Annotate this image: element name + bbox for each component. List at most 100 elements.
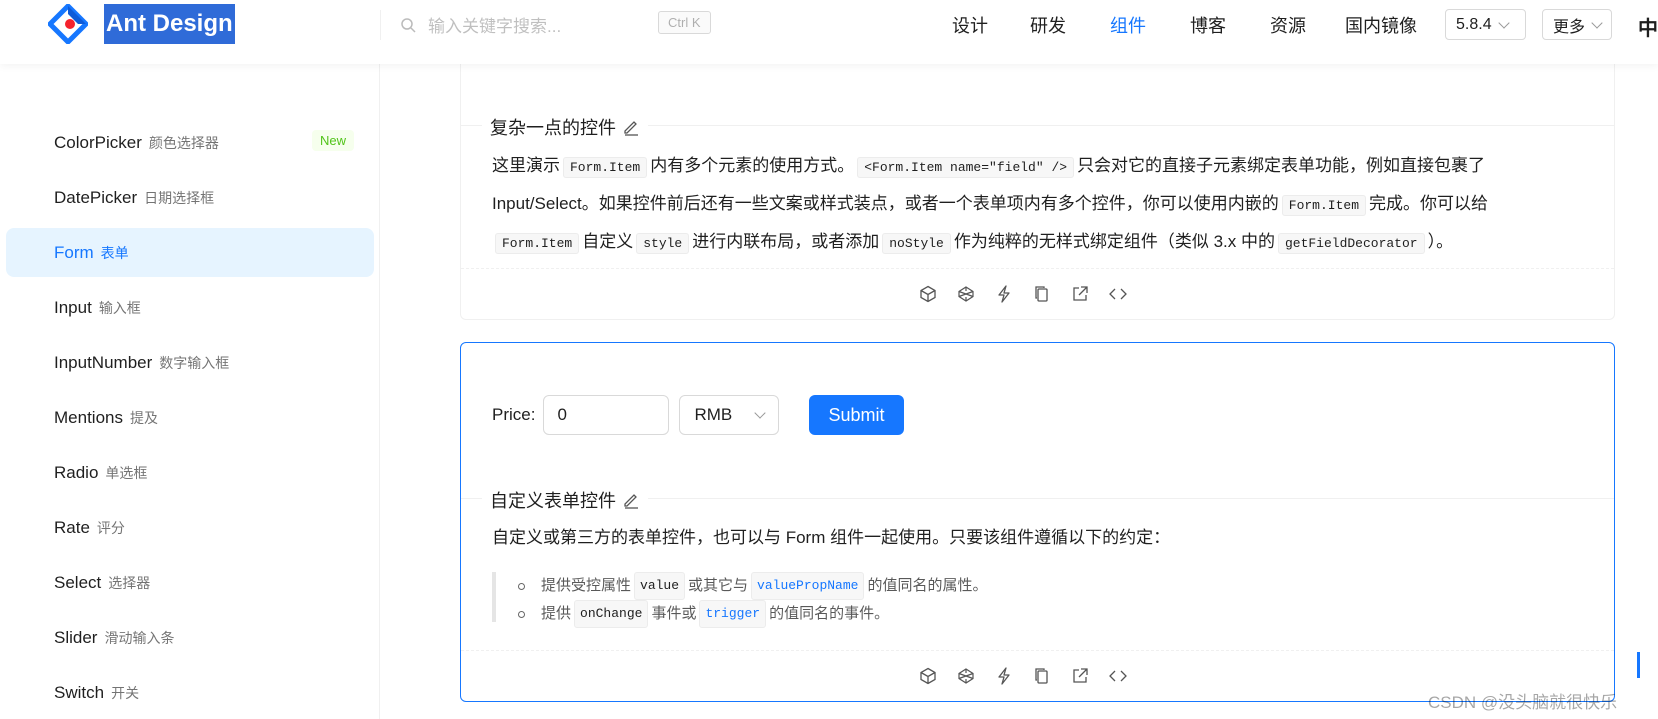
more-menu[interactable]: 更多 [1542, 9, 1612, 40]
top-header: Ant Design 输入关键字搜索... Ctrl K 设计 研发 组件 博客… [0, 0, 1658, 64]
more-label: 更多 [1553, 18, 1586, 36]
text: 的值同名的属性。 [867, 577, 988, 594]
code-trigger-link[interactable]: trigger [699, 600, 767, 628]
sidebar-item-form[interactable]: Form 表单 [6, 228, 374, 277]
edit-icon[interactable] [622, 118, 640, 136]
demo-title-text: 自定义表单控件 [490, 491, 616, 511]
price-label-text: Price [492, 405, 531, 424]
edit-icon[interactable] [622, 491, 640, 509]
sidebar-item-sublabel: 选择器 [108, 574, 151, 591]
sidebar-item-select[interactable]: Select 选择器 [6, 558, 374, 607]
nav-design[interactable]: 设计 [952, 0, 988, 50]
sidebar-item-rate[interactable]: Rate 评分 [6, 503, 374, 552]
search-input[interactable]: 输入关键字搜索... [428, 12, 668, 37]
text: 进行内联布局，或者添加 [692, 232, 880, 251]
open-external-icon[interactable] [1070, 666, 1090, 686]
price-label: Price: [492, 405, 536, 424]
actions-divider [461, 268, 1614, 269]
demo-title: 自定义表单控件 [482, 487, 648, 513]
text: 提供 [541, 605, 572, 622]
code-getfielddecorator: getFieldDecorator [1277, 233, 1425, 254]
submit-button[interactable]: Submit [809, 395, 904, 435]
sidebar-item-label: Mentions [54, 407, 123, 427]
nav-components[interactable]: 组件 [1110, 0, 1146, 50]
code-form-item: Form.Item [1281, 195, 1366, 216]
demo-actions [918, 666, 1128, 686]
sidebar-item-switch[interactable]: Switch 开关 [6, 668, 374, 717]
search-box[interactable]: 输入关键字搜索... [400, 12, 668, 37]
text: 或其它与 [688, 577, 749, 594]
text: 提供受控属性 [541, 577, 632, 594]
text: 完成。你可以给 [1369, 194, 1488, 213]
sidebar-item-sublabel: 滑动输入条 [104, 629, 175, 646]
code-valuepropname-link[interactable]: valuePropName [751, 572, 865, 600]
nav-develop[interactable]: 研发 [1030, 0, 1066, 50]
sidebar-item-sublabel: 颜色选择器 [148, 134, 219, 151]
sidebar-item-input[interactable]: Input 输入框 [6, 283, 374, 332]
brand-name: Ant Design [104, 4, 235, 44]
nav-resources[interactable]: 资源 [1270, 0, 1306, 50]
chevron-down-icon [754, 407, 767, 419]
text: 事件或 [651, 605, 697, 622]
codepen-icon[interactable] [956, 666, 976, 686]
chevron-down-icon [1591, 16, 1603, 29]
code-value: value [634, 572, 686, 600]
sidebar-item-sublabel: 表单 [100, 244, 129, 261]
text: 作为纯粹的无样式绑定组件（类似 3.x 中的 [953, 232, 1275, 251]
desc-line-2: Input/Select。如果控件前后还有一些文案或样式装点，或者一个表单项内有… [492, 186, 1607, 224]
sidebar-item-inputnumber[interactable]: InputNumber 数字输入框 [6, 338, 374, 387]
sidebar-item-sublabel: 评分 [96, 519, 125, 536]
sidebar-item-label: Input [54, 297, 92, 317]
anchor-scroll-indicator[interactable] [1637, 652, 1640, 678]
language-toggle[interactable]: 中 [1638, 12, 1658, 41]
expand-code-icon[interactable] [1108, 284, 1128, 304]
sidebar-item-slider[interactable]: Slider 滑动输入条 [6, 613, 374, 662]
code-onchange: onChange [574, 600, 649, 628]
codesandbox-icon[interactable] [918, 666, 938, 686]
text: ）。 [1427, 232, 1454, 251]
codepen-icon[interactable] [956, 284, 976, 304]
stackblitz-icon[interactable] [994, 284, 1014, 304]
logo[interactable]: Ant Design [47, 3, 235, 45]
sidebar-item-mentions[interactable]: Mentions 提及 [6, 393, 374, 442]
sidebar-item-sublabel: 单选框 [105, 464, 148, 481]
code-nostyle: noStyle [882, 233, 951, 254]
code-form-item: Form.Item [563, 157, 648, 178]
currency-value: RMB [694, 405, 733, 424]
price-form: Price: 0 RMB Submit [492, 395, 904, 435]
code-form-item-field: <Form.Item name="field" /> [857, 157, 1075, 178]
stackblitz-icon[interactable] [994, 666, 1014, 686]
version-select[interactable]: 5.8.4 [1445, 9, 1526, 40]
desc-line-1: 这里演示 Form.Item 内有多个元素的使用方式。 <Form.Item name… [492, 148, 1607, 186]
watermark: CSDN @没头脑就很快乐 [1428, 693, 1618, 712]
search-shortcut-hint: Ctrl K [658, 11, 711, 34]
copy-icon[interactable] [1032, 284, 1052, 304]
header-divider [380, 10, 381, 40]
currency-select[interactable]: RMB [679, 395, 780, 435]
expand-code-icon[interactable] [1108, 666, 1128, 686]
ant-design-logo-icon [47, 3, 89, 45]
nav-blog[interactable]: 博客 [1190, 0, 1226, 50]
sidebar-item-radio[interactable]: Radio 单选框 [6, 448, 374, 497]
sidebar: ColorPicker 颜色选择器 New DatePicker 日期选择框 F… [0, 64, 380, 719]
text: 这里演示 [492, 156, 560, 175]
version-value: 5.8.4 [1456, 15, 1492, 33]
sidebar-item-label: ColorPicker [54, 132, 142, 152]
sidebar-item-label: Radio [54, 462, 99, 482]
sidebar-item-colorpicker[interactable]: ColorPicker 颜色选择器 New [6, 118, 374, 167]
sidebar-item-sublabel: 数字输入框 [159, 354, 230, 371]
codesandbox-icon[interactable] [918, 284, 938, 304]
demo-title: 复杂一点的控件 [482, 114, 648, 140]
price-input[interactable]: 0 [543, 395, 670, 435]
open-external-icon[interactable] [1070, 284, 1090, 304]
copy-icon[interactable] [1032, 666, 1052, 686]
code-form-item: Form.Item [495, 233, 580, 254]
sidebar-item-label: Rate [54, 517, 90, 537]
demo-title-text: 复杂一点的控件 [490, 118, 616, 138]
actions-divider [461, 650, 1614, 651]
sidebar-item-datepicker[interactable]: DatePicker 日期选择框 [6, 173, 374, 222]
demo-actions [918, 284, 1128, 304]
desc-line-3: Form.Item 自定义 style 进行内联布局，或者添加 noStyle 作为纯粹的… [492, 224, 1607, 262]
nav-china-mirror[interactable]: 国内镜像 [1345, 0, 1417, 50]
search-icon [401, 17, 416, 33]
